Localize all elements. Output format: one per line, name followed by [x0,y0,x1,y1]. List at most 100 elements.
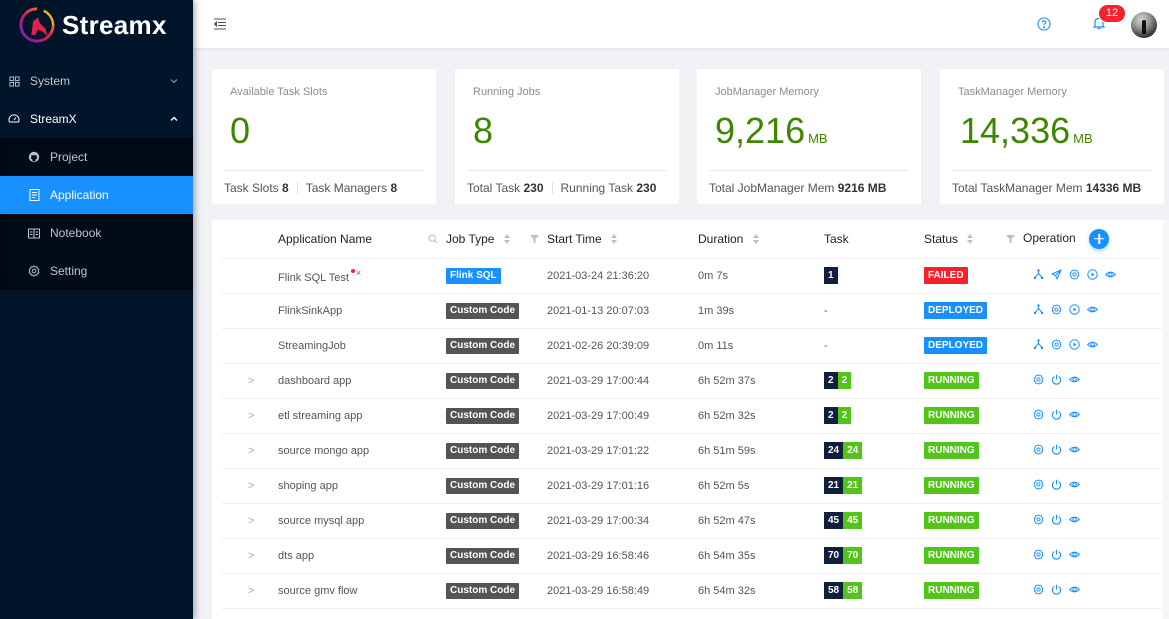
eye-icon[interactable] [1069,409,1080,420]
play-circle-icon[interactable] [1069,303,1080,315]
setting-icon[interactable] [1033,373,1044,385]
poweroff-icon[interactable] [1051,479,1062,490]
table-row[interactable]: Flink SQL Test × Flink SQL 2021-03-24 21:36… [222,258,1162,294]
expand-cell[interactable]: > [222,468,278,504]
table-row[interactable]: > shoping app Custom Code 2021-03-29 17:01:… [222,468,1162,504]
setting-icon[interactable] [1033,478,1044,490]
eye-icon[interactable] [1069,549,1080,560]
application-name-cell: dts app [278,538,446,574]
sidebar-item-application[interactable]: Application [0,176,193,214]
table-row[interactable]: > dts app Custom Code 2021-03-29 16:58:46 6h… [222,538,1162,574]
send-icon[interactable] [1051,269,1062,280]
sidebar-item-notebook[interactable]: Notebook [0,214,193,252]
sidebar-item-streamx[interactable]: StreamX [0,100,193,138]
eye-icon[interactable] [1087,339,1098,350]
scrollbar-track[interactable] [1163,220,1169,619]
poweroff-icon[interactable] [1051,584,1062,595]
table-row[interactable]: > source gmv flow Custom Code 2021-03-29 16… [222,573,1162,609]
table-row[interactable]: > source mongo app Custom Code 2021-03-29 1… [222,433,1162,469]
operation-cell [1023,538,1162,574]
setting-icon[interactable] [1033,548,1044,560]
sort-icon[interactable] [503,233,510,244]
setting-icon[interactable] [1069,268,1080,280]
expand-row-icon[interactable]: > [222,550,254,562]
sidebar-item-setting[interactable]: Setting [0,252,193,290]
poweroff-icon[interactable] [1051,409,1062,420]
eye-icon[interactable] [1069,514,1080,525]
expand-row-icon[interactable]: > [222,515,254,527]
expand-row-icon[interactable]: > [222,375,254,387]
setting-icon[interactable] [1033,408,1044,420]
poweroff-icon[interactable] [1051,374,1062,385]
application-name[interactable]: FlinkSinkApp [278,305,342,317]
stat-value: 9,216 MB [715,109,828,161]
deployment-unit-icon[interactable] [1033,303,1044,315]
setting-icon[interactable] [1051,303,1062,315]
poweroff-icon[interactable] [1051,549,1062,560]
column-header-start-time[interactable]: Start Time [547,220,698,259]
logo[interactable]: Streamx [0,0,193,50]
sort-icon[interactable] [752,233,759,244]
sort-icon[interactable] [611,233,618,244]
play-circle-icon[interactable] [1087,268,1098,280]
expand-cell[interactable]: > [222,433,278,469]
expand-cell[interactable]: > [222,398,278,434]
table-row[interactable]: FlinkSinkApp Custom Code 2021-01-13 20:07:… [222,293,1162,329]
expand-row-icon[interactable]: > [222,480,254,492]
search-icon[interactable] [428,234,438,244]
column-label: Duration [698,231,744,246]
sidebar-item-project[interactable]: Project [0,138,193,176]
setting-icon[interactable] [1033,513,1044,525]
application-name[interactable]: StreamingJob [278,340,346,352]
table-row[interactable]: > etl streaming app Custom Code 2021-03-29 … [222,398,1162,434]
eye-icon[interactable] [1069,584,1080,595]
eye-icon[interactable] [1069,479,1080,490]
setting-icon[interactable] [1051,338,1062,350]
application-name[interactable]: source mongo app [278,445,369,457]
expand-row-icon[interactable]: > [222,585,254,597]
application-name[interactable]: etl streaming app [278,410,362,422]
eye-icon[interactable] [1069,444,1080,455]
eye-icon[interactable] [1069,374,1080,385]
expand-row-icon[interactable]: > [222,445,254,457]
application-name[interactable]: Flink SQL Test [278,272,349,284]
setting-icon[interactable] [1033,443,1044,455]
column-header-duration[interactable]: Duration [698,220,824,259]
menu-fold-icon[interactable] [213,17,227,31]
column-header-status[interactable]: Status [924,220,1023,259]
application-name[interactable]: dts app [278,550,314,562]
expand-cell[interactable]: > [222,503,278,539]
deployment-unit-icon[interactable] [1033,338,1044,350]
sort-icon[interactable] [967,233,974,244]
task-total: 21 [824,477,844,494]
application-name[interactable]: source gmv flow [278,585,357,597]
question-circle-icon[interactable] [1037,17,1051,31]
add-application-button[interactable] [1089,228,1110,249]
setting-icon[interactable] [1033,583,1044,595]
close-icon[interactable]: × [356,268,361,278]
operation-actions [1023,513,1080,525]
expand-cell[interactable]: > [222,538,278,574]
expand-row-icon[interactable]: > [222,410,254,422]
table-row[interactable]: > dashboard app Custom Code 2021-03-29 17:0… [222,363,1162,399]
filter-icon[interactable] [530,235,539,244]
sidebar-item-system[interactable]: System [0,62,193,100]
poweroff-icon[interactable] [1051,444,1062,455]
application-name[interactable]: source mysql app [278,515,364,527]
application-name[interactable]: shoping app [278,480,338,492]
eye-icon[interactable] [1087,304,1098,315]
application-name[interactable]: dashboard app [278,375,351,387]
deployment-unit-icon[interactable] [1033,268,1044,280]
play-circle-icon[interactable] [1069,338,1080,350]
eye-icon[interactable] [1105,269,1116,280]
table-row[interactable]: StreamingJob Custom Code 2021-02-26 20:39:… [222,328,1162,364]
table-row[interactable]: > source mysql app Custom Code 2021-03-29 1… [222,503,1162,539]
footer-label: Task Slots [224,181,279,195]
expand-cell[interactable]: > [222,573,278,609]
column-header-job-type[interactable]: Job Type [446,220,547,259]
expand-cell[interactable]: > [222,363,278,399]
task-cell: 70 70 [824,538,924,574]
filter-icon[interactable] [1006,235,1015,244]
poweroff-icon[interactable] [1051,514,1062,525]
user-avatar[interactable] [1131,12,1157,38]
